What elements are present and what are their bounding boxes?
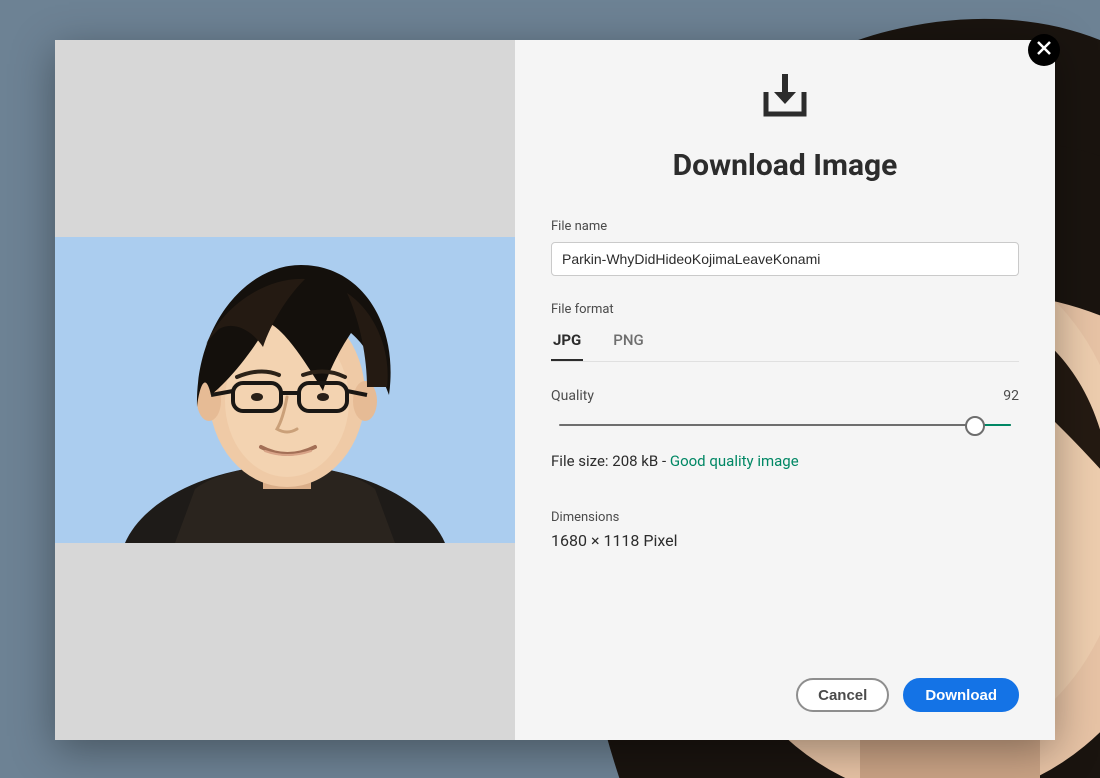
preview-pane (55, 40, 515, 740)
download-icon (551, 72, 1019, 124)
download-button[interactable]: Download (903, 678, 1019, 712)
file-format-block: File format JPG PNG (551, 302, 1019, 362)
slider-thumb[interactable] (965, 416, 985, 436)
slider-track (559, 424, 1011, 426)
file-size-value: 208 kB (612, 452, 658, 470)
quality-value: 92 (1003, 388, 1019, 404)
file-size-line: File size: 208 kB - Good quality image (551, 452, 1019, 470)
download-dialog: Download Image File name File format JPG… (55, 40, 1055, 740)
file-name-input[interactable] (551, 242, 1019, 276)
file-size-prefix: File size: (551, 452, 612, 470)
file-size-sep: - (658, 452, 670, 470)
quality-label: Quality (551, 388, 594, 404)
dimensions-label: Dimensions (551, 510, 1019, 525)
format-tabs: JPG PNG (551, 325, 1019, 362)
dimensions-block: Dimensions 1680 × 1118 Pixel (551, 510, 1019, 550)
quality-slider[interactable] (551, 414, 1019, 438)
dialog-title: Download Image (551, 148, 1019, 183)
preview-image (55, 237, 515, 543)
cancel-button[interactable]: Cancel (796, 678, 889, 712)
dialog-actions: Cancel Download (551, 678, 1019, 712)
file-format-label: File format (551, 302, 1019, 317)
dimensions-value: 1680 × 1118 Pixel (551, 531, 1019, 550)
quality-hint: Good quality image (670, 452, 799, 470)
tab-png[interactable]: PNG (611, 325, 645, 361)
tab-jpg[interactable]: JPG (551, 325, 583, 361)
close-button[interactable] (1028, 34, 1060, 66)
form-pane: Download Image File name File format JPG… (515, 40, 1055, 740)
file-name-label: File name (551, 219, 1019, 234)
quality-block: Quality 92 File size: 208 kB - Good qual… (551, 388, 1019, 470)
close-icon (1036, 40, 1052, 60)
file-name-block: File name (551, 219, 1019, 276)
